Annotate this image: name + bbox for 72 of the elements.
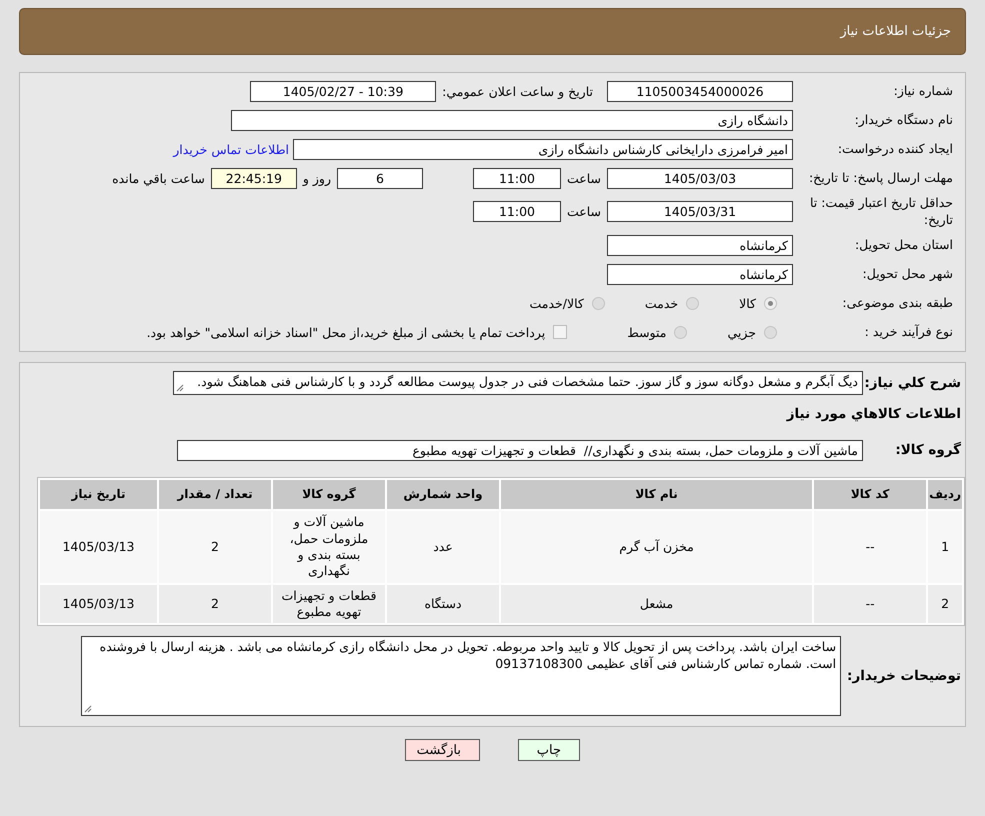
remaining-time-field: 22:45:19 [210,168,297,189]
column-header: واحد شمارش [387,480,499,509]
field-label: شماره نیاز: [892,83,953,100]
column-header: ردیف [928,480,962,509]
resize-grip-icon[interactable] [176,384,184,392]
table-cell: مخزن آب گرم [501,510,812,583]
table-cell: 1405/03/13 [40,584,157,624]
section-heading: اطلاعات کالاهاي مورد نیاز [786,406,961,422]
table-cell: مشعل [501,584,812,624]
city-field: کرمانشاه [607,264,793,285]
table-cell: قطعات و تجهیزات تهویه مطبوع [273,584,385,624]
province-field: کرمانشاه [607,234,793,256]
field-label: طبقه بندی موضوعی: [841,294,953,312]
column-header: تاریخ نیاز [40,480,157,509]
table-cell: -- [814,510,926,583]
field-label: گروه کالا: [894,442,961,458]
table-cell: 1 [928,510,962,583]
buyer-contact-link[interactable]: اطلاعات تماس خریدار [173,142,289,157]
radio-button[interactable] [592,296,605,310]
radio-button[interactable] [686,296,700,310]
option-label: خدمت [644,296,678,311]
buyer-notes-text: ساخت ایران باشد. پرداخت پس از تحویل کالا و تایید واحد مربوطه. تحویل در محل دانشگاه رازی کرمانشاه می باشد . هزینه ارسال با فروشنده است. شماره تماس کارشناس فنی آقای عظیمی 09137108300 [100,639,836,670]
field-label: شرح کلي نیاز: [863,375,961,392]
validity-date-field: 1405/03/31 [607,201,793,222]
field-label: استان محل تحویل: [854,236,953,254]
validity-time-field: 11:00 [472,201,561,222]
description-text: دیگ آبگرم و مشعل دوگانه سوز و گاز سوز. حتما مشخصات فنی در جدول پیوست مطالعه گردد و با کارشناس فنی هماهنگ شود. [197,374,858,390]
field-label: حداقل تاریخ اعتبار قیمت: تا تاریخ: [808,195,953,229]
radio-button[interactable] [764,326,777,339]
need-number-field: 1105003454000026 [607,81,793,102]
option-label: جزيي [727,324,756,340]
table-cell: ماشین آلات و ملزومات حمل، بسته بندی و نگهداری [273,510,385,583]
field-label: نوع فرآیند خرید : [864,324,953,341]
field-label: توضیحات خریدار: [847,668,961,684]
column-header: نام کالا [501,480,812,509]
buyer-field: دانشگاه رازی [231,110,793,131]
page-title: جزئیات اطلاعات نیاز [840,24,951,39]
days-field: 6 [336,168,423,189]
option-label: کالا/خدمت [529,296,584,311]
field-label: ایجاد کننده درخواست: [836,141,953,158]
checkbox-label: پرداخت تمام یا بخشی از مبلغ خرید،از محل "اسناد خزانه اسلامی" خواهد بود. [146,324,546,340]
option-label: متوسط [627,324,666,340]
field-label: مهلت ارسال پاسخ: تا تاریخ: [808,170,953,187]
table-cell: 1405/03/13 [40,510,157,583]
field-label: تاریخ و ساعت اعلان عمومي: [442,84,593,99]
radio-button[interactable] [764,296,777,310]
deadline-time-field: 11:00 [472,168,561,189]
field-label: شهر محل تحویل: [862,266,953,283]
column-header: کد کالا [814,480,926,509]
print-button[interactable]: چاپ [518,739,580,762]
deadline-date-field: 1405/03/03 [607,168,793,189]
table-cell: دستگاه [387,584,499,624]
table-cell: 2 [159,510,271,583]
goods-group-field: ماشین آلات و ملزومات حمل، بسته بندی و نگهداری// قطعات و تجهیزات تهویه مطبوع [177,440,863,461]
table-cell: عدد [387,510,499,583]
field-label: ساعت [566,171,601,186]
resize-grip-icon[interactable] [84,705,92,714]
checkbox[interactable] [553,325,568,340]
column-header: تعداد / مقدار [159,480,271,509]
announce-date-field: 1405/02/27 - 10:39 [250,81,436,102]
radio-button[interactable] [674,326,688,339]
back-button[interactable]: بازگشت [405,739,480,762]
table-cell: 2 [159,584,271,624]
field-label: نام دستگاه خریدار: [854,112,953,129]
table-cell: 2 [928,584,962,624]
field-label: ساعت باقي مانده [112,171,205,186]
field-label: روز و [302,171,331,186]
field-label: ساعت [566,204,601,220]
column-header: گروه کالا [273,480,385,509]
table-cell: -- [814,584,926,624]
option-label: کالا [739,296,756,311]
creator-field: امیر فرامرزی دارایخانی کارشناس دانشگاه رازی [293,139,793,160]
